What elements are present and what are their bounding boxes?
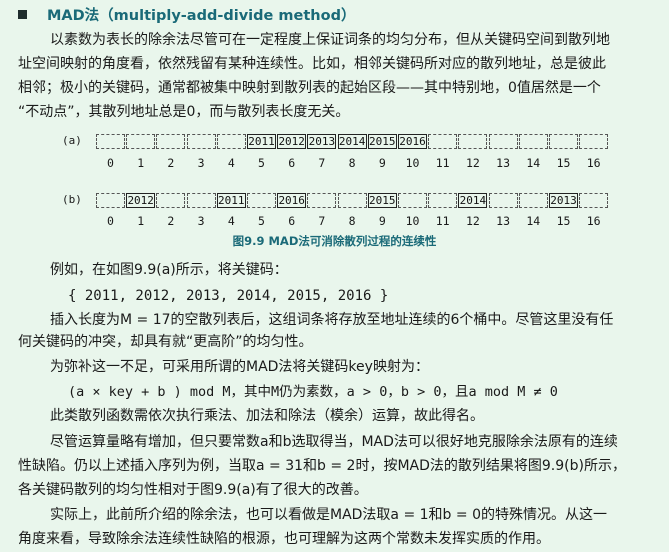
bucket-index: 11	[435, 214, 450, 228]
hash-bucket-empty	[156, 134, 186, 149]
hash-bucket-empty	[126, 134, 156, 149]
bucket-index: 14	[526, 156, 541, 170]
hash-bucket-empty	[579, 134, 609, 149]
hash-bucket-filled: 2016	[277, 193, 307, 208]
paragraph-2-line-1: 插入长度为M = 17的空散列表后，这组词条将存放至地址连续的6个桶中。尽管这里…	[50, 312, 614, 328]
hash-bucket-empty	[398, 193, 427, 208]
paragraph-3-line-3: 各关键码散列的均匀性相对于图9.9(a)有了很大的改善。	[18, 482, 368, 498]
bucket-index: 16	[586, 214, 601, 228]
hash-bucket-empty	[518, 193, 548, 208]
bucket-index: 4	[227, 214, 235, 228]
bucket-index: 6	[288, 214, 296, 228]
hash-bucket-empty	[579, 193, 609, 208]
bucket-index: 9	[378, 214, 386, 228]
paragraph-2-line-4: 此类散列函数需依次执行乘法、加法和除法（模余）运算，故此得名。	[50, 408, 484, 424]
paragraph-4-line-1: 实际上，此前所介绍的除余法，也可以看做是MAD法取a = 1和b = 0的特殊情…	[50, 507, 607, 523]
mad-formula: (a × key + b ) mod M，其中M仍为素数，a > 0，b > 0…	[68, 384, 558, 400]
hash-table-row-a: 2011 2012 2013 2014 2015 2016	[0, 134, 669, 152]
hash-bucket-empty	[96, 134, 125, 149]
section-title: MAD法（multiply-add-divide method）	[47, 8, 356, 24]
bucket-index: 9	[378, 156, 386, 170]
paragraph-1-line-2: 址空间映射的角度看，依然残留有某种连续性。比如，相邻关键码所对应的散列地址，总是…	[18, 56, 606, 72]
hash-bucket-filled: 2014	[458, 193, 488, 208]
hash-bucket-filled: 2013	[307, 134, 337, 149]
hash-bucket-filled: 2015	[367, 193, 397, 208]
bucket-index: 2	[167, 214, 175, 228]
bucket-index: 12	[465, 214, 480, 228]
hash-bucket-empty	[428, 193, 458, 208]
hash-bucket-empty	[186, 134, 216, 149]
paragraph-1-line-4: “不动点”，其散列地址总是0，而与散列表长度无关。	[18, 104, 350, 120]
paragraph-4-line-2: 角度来看，导致除余法连续性缺陷的根源，也可理解为这两个常数未发挥实质的作用。	[18, 531, 550, 547]
bucket-index: 11	[435, 156, 450, 170]
bucket-index: 12	[465, 156, 480, 170]
paragraph-3-line-1: 尽管运算量略有增加，但只要常数a和b选取得当，MAD法可以很好地克服除余法原有的…	[50, 434, 618, 450]
hash-bucket-filled: 2012	[277, 134, 307, 149]
figure-caption: 图9.9 MAD法可消除散列过程的连续性	[232, 234, 437, 248]
hash-bucket-filled: 2014	[337, 134, 367, 149]
hash-bucket-empty	[337, 193, 367, 208]
paragraph-3-line-2: 性缺陷。仍以上述插入序列为例，当取a = 31和b = 2时，按MAD法的散列结…	[18, 458, 626, 474]
bucket-index: 14	[526, 214, 541, 228]
bucket-index: 10	[405, 214, 420, 228]
section-heading: MAD法（multiply-add-divide method）	[18, 6, 669, 26]
square-bullet-icon	[18, 10, 27, 19]
bucket-index: 3	[197, 214, 205, 228]
bucket-index: 6	[288, 156, 296, 170]
hash-bucket-filled: 2011	[216, 193, 246, 208]
bucket-index: 7	[318, 214, 326, 228]
paragraph-2-line-2: 何关键码的冲突，却具有就“更高阶”的均匀性。	[18, 334, 313, 350]
bucket-index: 5	[258, 156, 265, 170]
bucket-index: 2	[167, 156, 175, 170]
bucket-index: 1	[137, 214, 145, 228]
hash-bucket-filled: 2011	[247, 134, 276, 149]
hash-bucket-empty	[307, 193, 337, 208]
hash-bucket-empty	[488, 193, 518, 208]
hash-table-row-b: 2012 2011 2016 2015 2014 2013	[0, 193, 669, 211]
hash-bucket-empty	[186, 193, 216, 208]
hash-bucket-filled: 2016	[398, 134, 427, 149]
hash-bucket-empty	[428, 134, 458, 149]
hash-bucket-filled: 2015	[367, 134, 397, 149]
bucket-index: 0	[107, 214, 114, 228]
hash-bucket-empty	[216, 134, 246, 149]
hash-bucket-empty	[518, 134, 548, 149]
bucket-index: 8	[348, 156, 356, 170]
index-row-a: 0 1 2 3 4 5 6 7 8 9 10 11 12 13 14 15 16	[0, 156, 669, 174]
paragraph-2-line-3: 为弥补这一不足，可采用所谓的MAD法将关键码key映射为：	[50, 359, 429, 375]
bucket-index: 3	[197, 156, 205, 170]
hash-bucket-empty	[458, 134, 488, 149]
hash-bucket-empty	[156, 193, 186, 208]
bucket-index: 8	[348, 214, 356, 228]
bucket-index: 1	[137, 156, 145, 170]
bucket-index: 5	[258, 214, 265, 228]
hash-bucket-empty	[247, 193, 276, 208]
hash-bucket-empty	[488, 134, 518, 149]
bucket-index: 7	[318, 156, 326, 170]
bucket-index: 4	[227, 156, 235, 170]
paragraph-1-line-3: 相邻；极小的关键码，通常都被集中映射到散列表的起始区段——其中特别地，0值居然是…	[18, 80, 601, 96]
key-set: { 2011, 2012, 2013, 2014, 2015, 2016 }	[68, 288, 389, 304]
hash-bucket-filled: 2013	[549, 193, 578, 208]
bucket-index: 16	[586, 156, 601, 170]
bucket-index: 13	[496, 214, 511, 228]
bucket-index: 15	[556, 156, 571, 170]
hash-bucket-empty	[549, 134, 578, 149]
bucket-index: 0	[107, 156, 114, 170]
bucket-index: 13	[496, 156, 511, 170]
bucket-index: 15	[556, 214, 571, 228]
paragraph-2-intro: 例如，在如图9.9(a)所示，将关键码：	[50, 262, 288, 278]
index-row-b: 0 1 2 3 4 5 6 7 8 9 10 11 12 13 14 15 16	[0, 214, 669, 232]
bucket-index: 10	[405, 156, 420, 170]
paragraph-1-line-1: 以素数为表长的除余法尽管可在一定程度上保证词条的均匀分布，但从关键码空间到散列地	[50, 32, 610, 48]
hash-bucket-filled: 2012	[126, 193, 156, 208]
hash-bucket-empty	[96, 193, 125, 208]
